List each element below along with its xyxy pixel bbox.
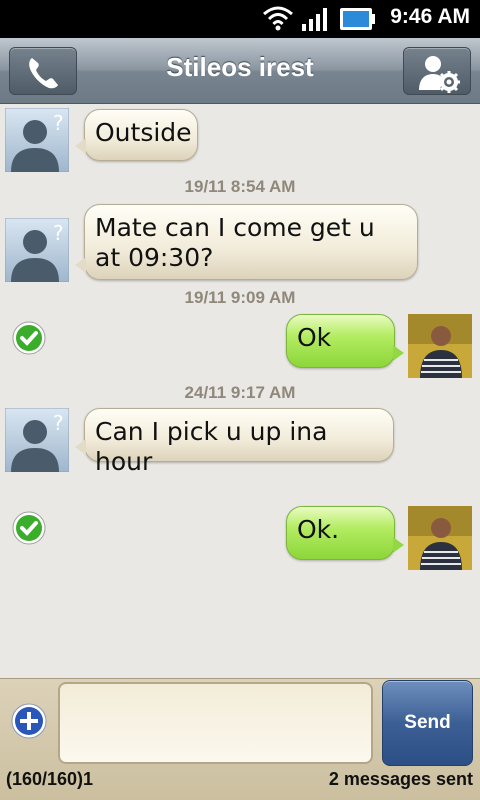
message-text: Ok. [297, 515, 340, 544]
contact-avatar-icon[interactable]: ? [5, 108, 69, 172]
message-bubble-incoming[interactable]: Outside [75, 109, 198, 161]
my-profile-photo[interactable] [408, 314, 472, 378]
wifi-icon [263, 6, 293, 31]
message-timestamp: 19/11 9:09 AM [184, 288, 296, 307]
signal-icon [302, 8, 327, 31]
svg-text:?: ? [53, 221, 64, 245]
my-profile-photo[interactable] [408, 506, 472, 570]
message-timestamp: 24/11 9:17 AM [184, 383, 296, 402]
composer-bar: Send (160/160)1 2 messages sent [0, 678, 480, 800]
message-bubble-outgoing[interactable]: Ok [286, 314, 404, 368]
character-count: (160/160)1 [6, 769, 94, 789]
contact-avatar-icon[interactable]: ? [5, 408, 69, 472]
message-bubble-incoming[interactable]: Can I pick u up ina hour [75, 408, 394, 476]
message-bubble-outgoing[interactable]: Ok. [286, 506, 404, 560]
sent-status: 2 messages sent [328, 769, 473, 789]
attach-plus-icon[interactable] [11, 703, 47, 739]
status-bar: 9:46 AM [0, 0, 480, 38]
message-text: Mate can I come get u at 09:30? [95, 213, 375, 272]
send-button[interactable]: Send [382, 680, 473, 766]
message-input[interactable] [58, 682, 373, 764]
contact-avatar-icon[interactable]: ? [5, 218, 69, 282]
message-text: Can I pick u up ina hour [95, 417, 328, 476]
svg-text:?: ? [53, 411, 64, 435]
message-timestamp: 19/11 8:54 AM [184, 177, 296, 196]
delivered-check-icon [12, 321, 46, 355]
message-text: Ok [297, 323, 332, 352]
contact-settings-icon [419, 56, 460, 93]
battery-icon [340, 8, 375, 30]
phone-icon [29, 58, 58, 89]
title-bar: Stileos irest [0, 38, 480, 104]
conversation-list[interactable]: ? Outside 19/11 8:54 AM ? Mate can I com… [0, 104, 480, 678]
call-button[interactable] [9, 47, 77, 95]
message-text: Outside [95, 118, 192, 147]
svg-text:?: ? [53, 111, 64, 135]
contact-title: Stileos irest [166, 52, 314, 82]
contact-settings-button[interactable] [403, 47, 471, 95]
delivered-check-icon [12, 511, 46, 545]
message-bubble-incoming[interactable]: Mate can I come get u at 09:30? [75, 204, 418, 280]
status-time: 9:46 AM [390, 5, 470, 28]
